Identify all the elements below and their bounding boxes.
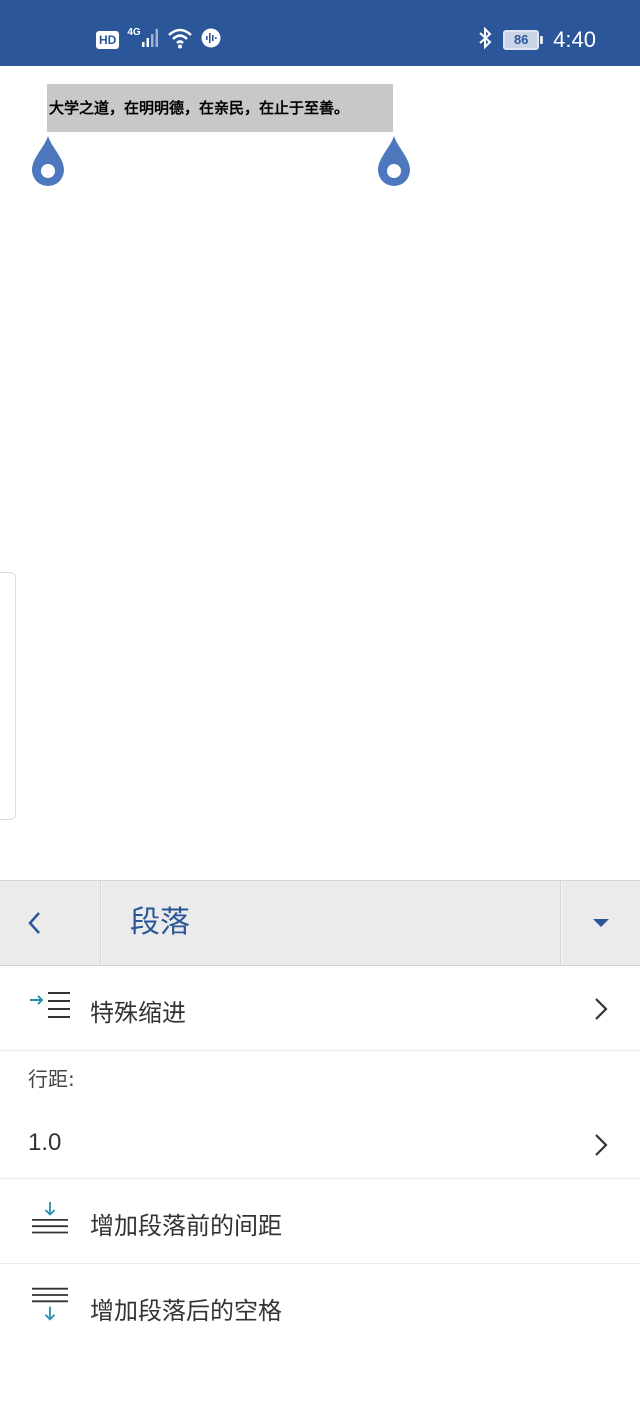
header-divider-left: [100, 881, 102, 965]
status-left: HD 4G: [96, 26, 221, 54]
selected-text[interactable]: 大学之道，在明明德，在亲民，在止于至善。: [47, 84, 393, 132]
line-spacing-header: 行距:: [0, 1051, 640, 1111]
space-before-item[interactable]: 增加段落前的间距: [0, 1179, 640, 1264]
collapse-dropdown-button[interactable]: [562, 881, 640, 965]
space-before-icon: [32, 1201, 68, 1234]
space-after-item[interactable]: 增加段落后的空格: [0, 1264, 640, 1349]
battery-icon: 86: [503, 30, 544, 50]
wifi-icon: [167, 27, 193, 53]
document-canvas[interactable]: 大学之道，在明明德，在亲民，在止于至善。: [0, 66, 640, 880]
network-type: 4G: [127, 26, 141, 38]
hd-badge: HD: [96, 31, 120, 49]
selection-handle-end[interactable]: [376, 136, 412, 188]
chevron-right-icon: [595, 1134, 608, 1156]
line-spacing-item[interactable]: 1.0: [0, 1111, 640, 1179]
caret-down-icon: [593, 919, 609, 927]
panel-header: 段落: [0, 880, 640, 966]
space-after-icon: [32, 1287, 68, 1321]
bluetooth-icon: [477, 26, 493, 54]
battery-level: 86: [503, 30, 540, 50]
space-after-label: 增加段落后的空格: [90, 1297, 282, 1325]
line-spacing-label: 行距:: [28, 1067, 75, 1091]
side-scroll-tab[interactable]: [0, 572, 16, 820]
panel-title: 段落: [130, 905, 190, 940]
chevron-left-icon: [28, 912, 40, 934]
battery-tip: [540, 36, 544, 44]
indent-icon: [30, 992, 70, 1018]
selection-handle-start[interactable]: [30, 136, 66, 188]
status-right: 86 4:40: [477, 24, 596, 56]
back-button[interactable]: [0, 881, 100, 965]
special-indent-item[interactable]: 特殊缩进: [0, 966, 640, 1051]
paragraph-menu: 特殊缩进 行距: 1.0 增加段落前的间距 增加段落后的空格: [0, 966, 640, 1349]
signal-icon: [141, 28, 159, 52]
clock: 4:40: [553, 27, 596, 52]
status-bar: HD 4G 86 4:40: [0, 0, 640, 66]
space-before-label: 增加段落前的间距: [90, 1212, 282, 1240]
line-spacing-value: 1.0: [28, 1129, 62, 1156]
chevron-right-icon: [595, 998, 608, 1020]
audio-wave-icon: [201, 28, 221, 52]
special-indent-label: 特殊缩进: [90, 999, 186, 1027]
